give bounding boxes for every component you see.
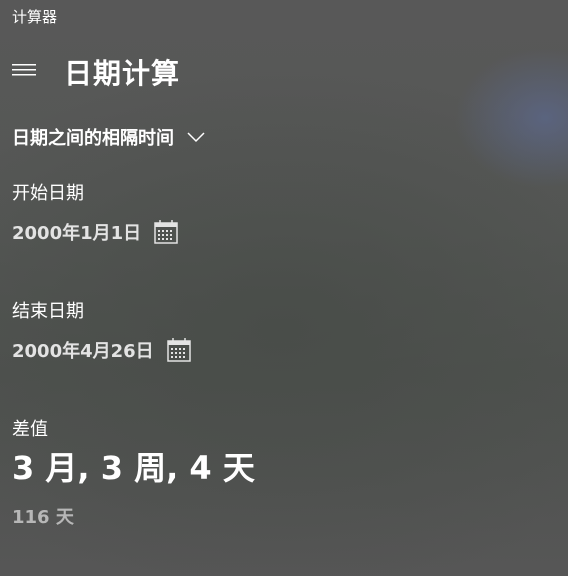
page-title: 日期计算 bbox=[64, 57, 181, 90]
total-days-result: 116 天 bbox=[12, 507, 74, 528]
end-date-picker[interactable]: 2000年4月26日 bbox=[12, 336, 192, 364]
calendar-icon bbox=[153, 219, 179, 245]
calculation-mode-label: 日期之间的相隔时间 bbox=[12, 128, 174, 149]
difference-result: 3 月, 3 周, 4 天 bbox=[12, 449, 255, 487]
chevron-down-icon bbox=[186, 131, 206, 143]
calculation-mode-dropdown[interactable]: 日期之间的相隔时间 bbox=[12, 124, 206, 150]
calendar-icon bbox=[166, 337, 192, 363]
window-title: 计算器 bbox=[12, 8, 58, 26]
hamburger-menu-icon[interactable] bbox=[10, 58, 38, 84]
start-date-label: 开始日期 bbox=[12, 183, 84, 204]
end-date-value: 2000年4月26日 bbox=[12, 341, 154, 362]
start-date-value: 2000年1月1日 bbox=[12, 223, 142, 244]
end-date-label: 结束日期 bbox=[12, 301, 84, 322]
header: 日期计算 bbox=[0, 48, 568, 94]
start-date-picker[interactable]: 2000年1月1日 bbox=[12, 218, 179, 246]
difference-label: 差值 bbox=[12, 419, 48, 440]
